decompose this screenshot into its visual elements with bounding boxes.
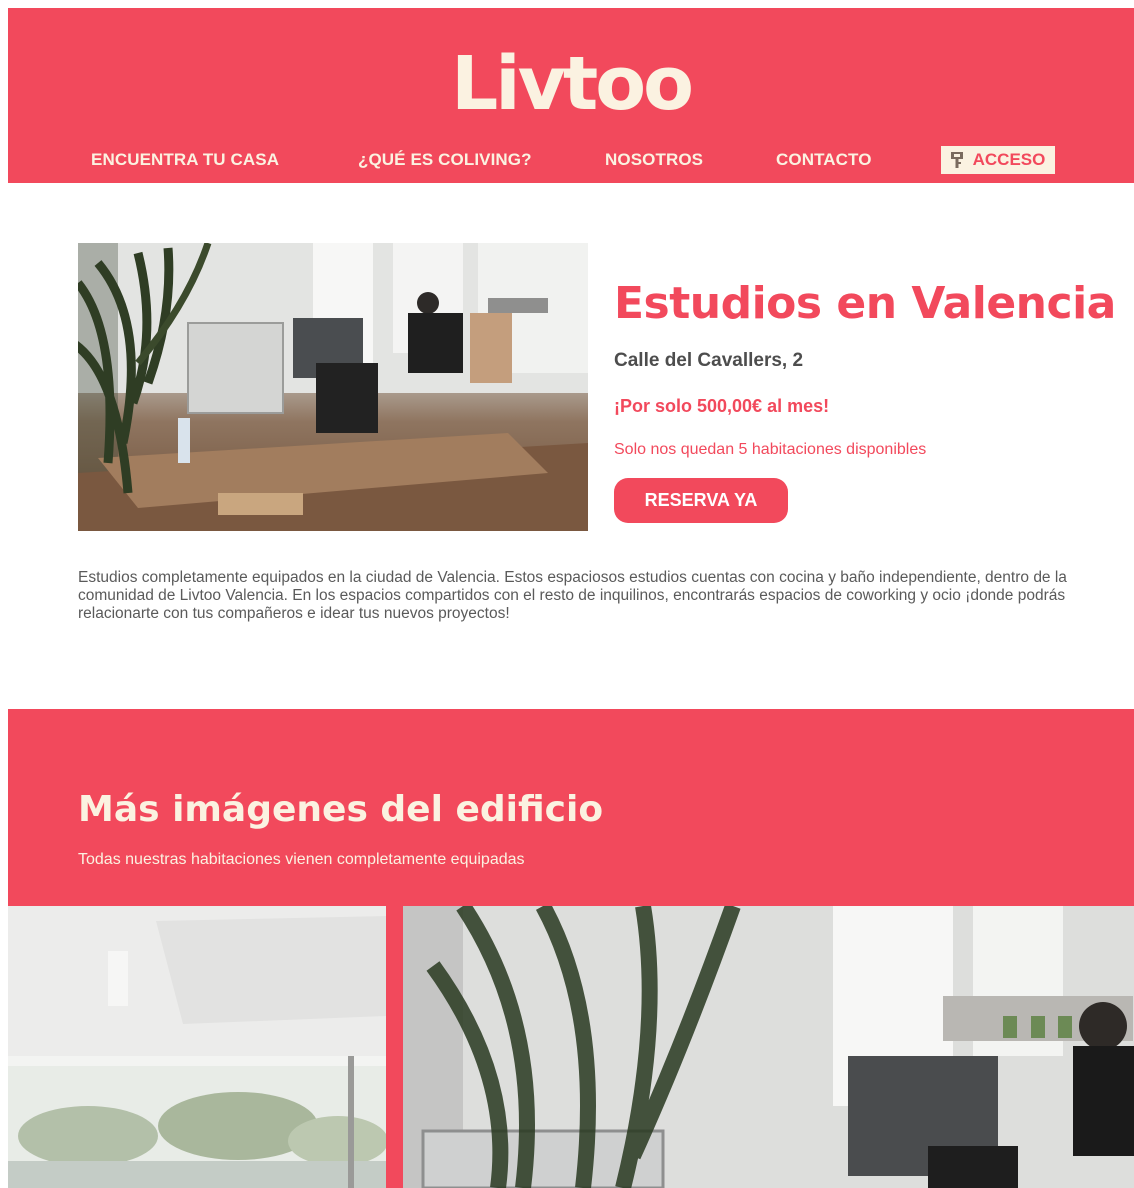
- office-photo-illustration: [78, 243, 588, 531]
- property-description: Estudios completamente equipados en la c…: [78, 569, 1067, 622]
- site-header: Livtoo ENCUENTRA TU CASA ¿QUÉ ES COLIVIN…: [8, 8, 1134, 183]
- nav-encuentra-tu-casa[interactable]: ENCUENTRA TU CASA: [91, 150, 279, 170]
- office-photo-large-illustration: [403, 906, 1134, 1188]
- gallery-title: Más imágenes del edificio: [78, 789, 604, 830]
- nav-que-es-coliving[interactable]: ¿QUÉ ES COLIVING?: [358, 150, 532, 170]
- access-label: ACCESO: [972, 150, 1046, 169]
- nav-nosotros[interactable]: NOSOTROS: [605, 150, 703, 170]
- room-window-illustration: [8, 906, 386, 1188]
- office-photo[interactable]: [403, 906, 1134, 1188]
- nav-contacto[interactable]: CONTACTO: [776, 150, 872, 170]
- reserve-button[interactable]: RESERVA YA: [614, 478, 788, 523]
- livtoo-logo[interactable]: Livtoo: [8, 44, 1134, 124]
- property-address: Calle del Cavallers, 2: [614, 350, 804, 371]
- property-price: ¡Por solo 500,00€ al mes!: [614, 396, 830, 416]
- key-icon: [950, 152, 963, 168]
- office-photo: [78, 243, 588, 531]
- gallery-section: Más imágenes del edificio Todas nuestras…: [8, 709, 1134, 1188]
- access-button[interactable]: ACCESO: [941, 146, 1055, 174]
- room-window-photo[interactable]: [8, 906, 386, 1188]
- availability-text: Solo nos quedan 5 habitaciones disponibl…: [614, 441, 927, 458]
- property-title: Estudios en Valencia: [614, 278, 1116, 329]
- gallery-subtitle: Todas nuestras habitaciones vienen compl…: [78, 851, 525, 868]
